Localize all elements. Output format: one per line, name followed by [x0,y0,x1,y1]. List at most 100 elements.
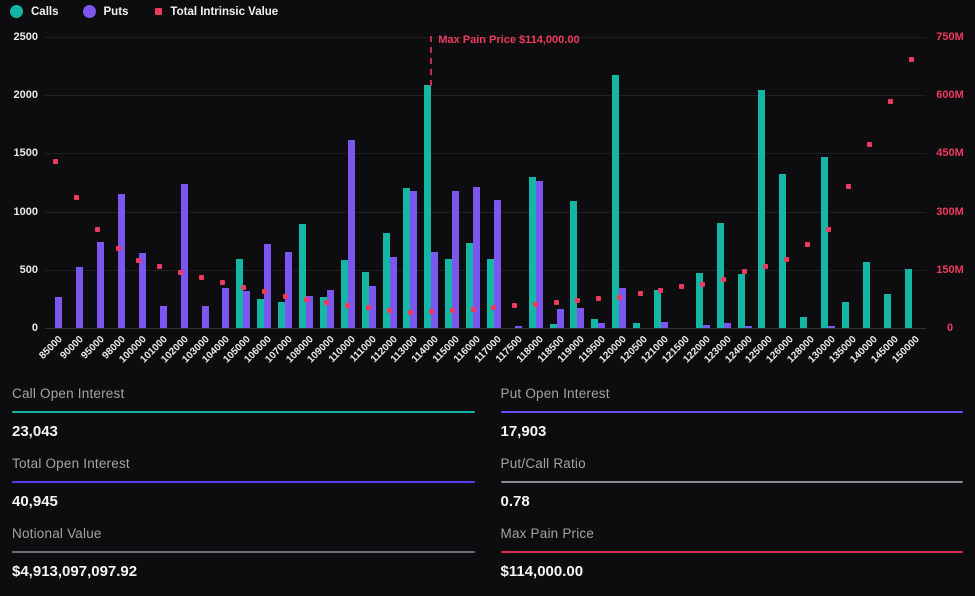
puts-bar [557,309,564,328]
intrinsic-dot [304,297,309,302]
puts-swatch-icon [83,5,96,18]
puts-bar [745,326,752,328]
metric-value: 40,945 [12,493,475,510]
intrinsic-dot [241,285,246,290]
y-axis-right-tick-label: 750M [928,30,972,44]
max-pain-label: Max Pain Price $114,000.00 [438,34,579,46]
metric-underline [12,481,475,483]
calls-bar [884,294,891,328]
calls-bar [905,269,912,328]
puts-bar [577,308,584,328]
calls-bar [717,223,724,328]
metric-notional-value: Notional Value $4,913,097,097.92 [12,526,475,580]
calls-bar [445,259,452,328]
calls-bar [800,317,807,328]
metric-label: Call Open Interest [12,386,475,401]
calls-bar [633,323,640,328]
calls-bar [738,274,745,328]
puts-bar [76,267,83,328]
intrinsic-dot [575,298,580,303]
puts-bar [452,191,459,328]
calls-bar [779,174,786,328]
intrinsic-dot [491,305,496,310]
metric-total-open-interest: Total Open Interest 40,945 [12,456,475,510]
y-axis-right-tick-label: 600M [928,88,972,102]
puts-bar [264,244,271,328]
calls-swatch-icon [10,5,23,18]
intrinsic-dot [721,277,726,282]
calls-bar [257,299,264,328]
metric-max-pain-price: Max Pain Price $114,000.00 [501,526,964,580]
metric-label: Notional Value [12,526,475,541]
intrinsic-dot [283,294,288,299]
metric-value: 17,903 [501,423,964,440]
gridline [45,270,926,271]
calls-bar [612,75,619,328]
intrinsic-dot [429,309,434,314]
calls-bar [424,85,431,328]
puts-bar [243,291,250,328]
puts-bar [202,306,209,328]
metric-call-open-interest: Call Open Interest 23,043 [12,386,475,440]
intrinsic-dot [324,300,329,305]
legend-item-total-intrinsic-value[interactable]: Total Intrinsic Value [152,6,278,18]
metric-value: 23,043 [12,423,475,440]
puts-bar [139,253,146,328]
puts-bar [327,290,334,328]
calls-bar [758,90,765,328]
intrinsic-dot [408,310,413,315]
calls-bar [863,262,870,328]
puts-bar [515,326,522,328]
metric-label: Max Pain Price [501,526,964,541]
puts-bar [598,323,605,328]
intrinsic-dot [95,227,100,232]
intrinsic-dot [116,246,121,251]
legend-item-calls[interactable]: Calls [10,5,59,18]
calls-bar [821,157,828,328]
metric-label: Put Open Interest [501,386,964,401]
intrinsic-dot [471,307,476,312]
intrinsic-dot [74,195,79,200]
puts-bar [410,191,417,328]
gridline [45,153,926,154]
y-axis-left-tick-label: 0 [2,321,38,335]
puts-bar [431,252,438,328]
intrinsic-dot [867,142,872,147]
intrinsic-dot [826,227,831,232]
calls-bar [403,188,410,328]
legend-item-puts[interactable]: Puts [83,5,129,18]
y-axis-left-tick-label: 2000 [2,88,38,102]
intrinsic-dot [157,264,162,269]
intrinsic-dot [888,99,893,104]
calls-bar [466,243,473,328]
puts-bar [160,306,167,328]
intrinsic-dot [220,280,225,285]
calls-bar [842,302,849,328]
metric-put-call-ratio: Put/Call Ratio 0.78 [501,456,964,510]
calls-bar [591,319,598,328]
intrinsic-dot [136,258,141,263]
puts-bar [661,322,668,328]
calls-bar [550,324,557,328]
intrinsic-dot [512,303,517,308]
puts-bar [348,140,355,328]
intrinsic-dot [178,270,183,275]
intrinsic-dot [533,302,538,307]
intrinsic-dot [387,308,392,313]
intrinsic-dot [763,264,768,269]
intrinsic-dot [345,303,350,308]
intrinsic-dot [700,282,705,287]
intrinsic-dot [805,242,810,247]
gridline [45,328,926,329]
calls-bar [487,259,494,328]
intrinsic-dot [638,291,643,296]
intrinsic-dot [617,295,622,300]
calls-bar [362,272,369,328]
options-open-interest-chart: Calls Puts Total Intrinsic Value 0050015… [0,0,975,378]
metric-underline [12,551,475,553]
intrinsic-dot [53,159,58,164]
metric-label: Put/Call Ratio [501,456,964,471]
intrinsic-dot [262,289,267,294]
summary-panel: Call Open Interest 23,043 Put Open Inter… [0,378,975,596]
intrinsic-dot [909,57,914,62]
